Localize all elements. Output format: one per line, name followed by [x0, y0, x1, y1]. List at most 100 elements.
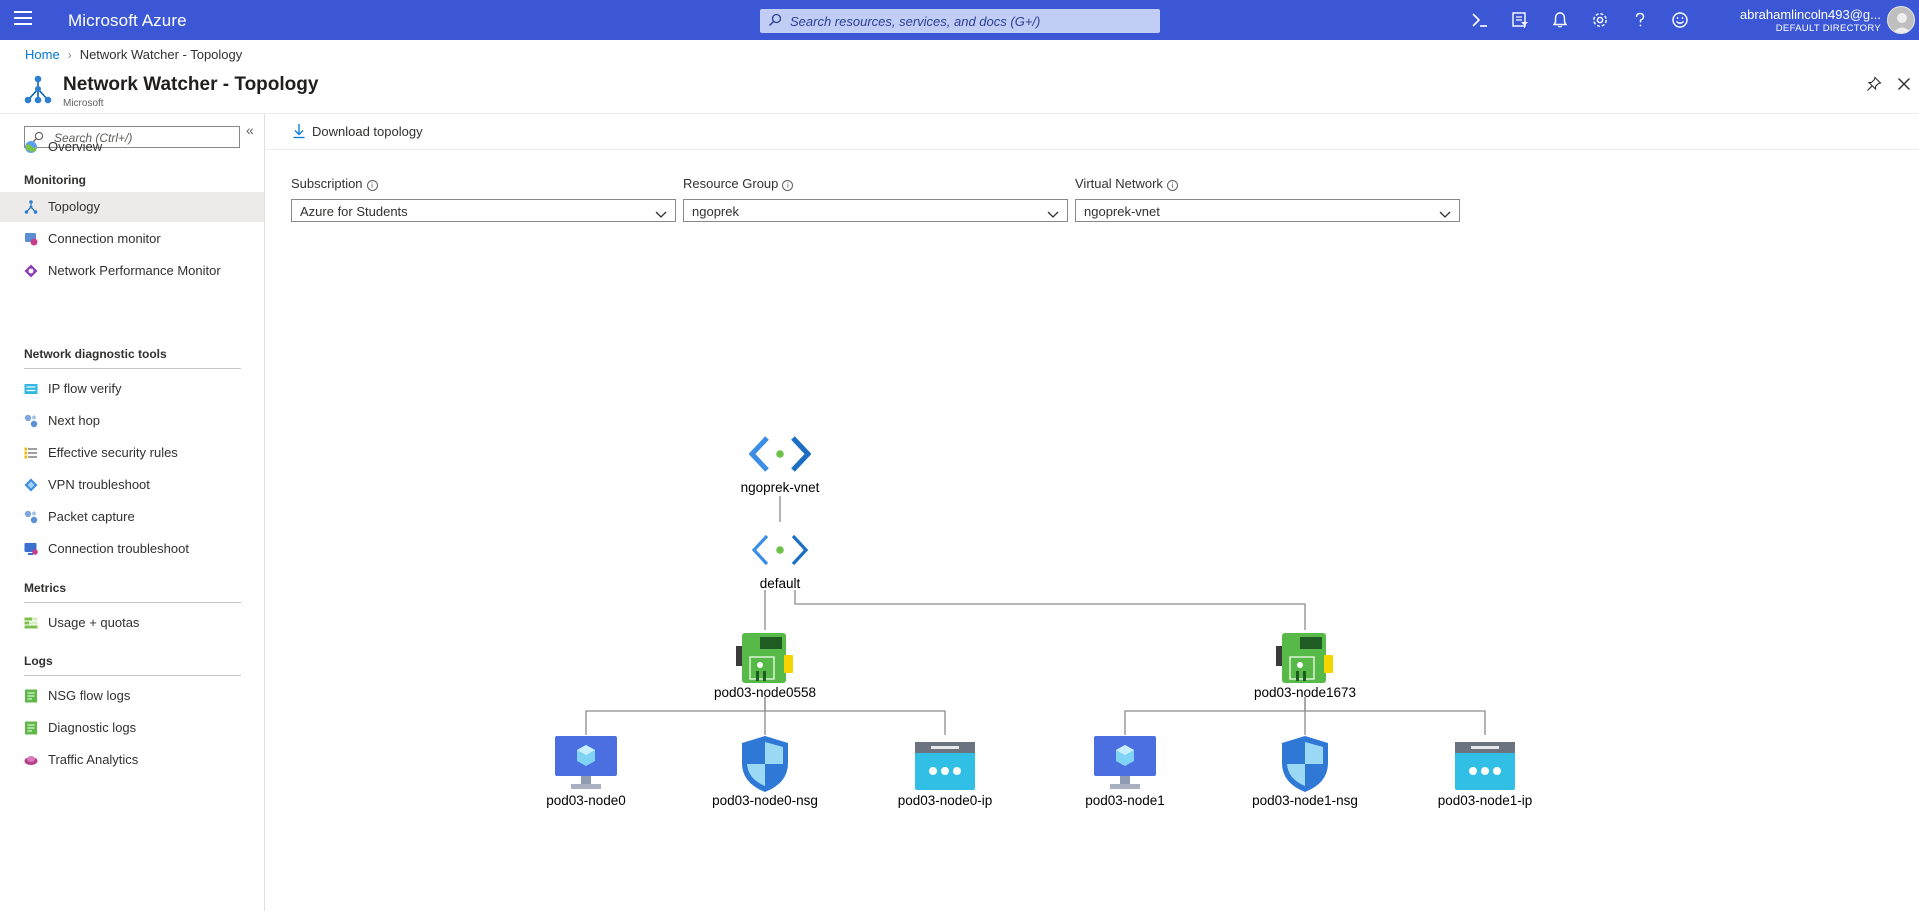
vm-node-0[interactable]	[555, 736, 617, 795]
subnet-icon	[749, 534, 811, 574]
vnet-label: ngoprek-vnet	[740, 480, 820, 495]
avatar[interactable]	[1887, 6, 1915, 34]
sidebar-item-traffic-analytics[interactable]: Traffic Analytics	[0, 745, 264, 775]
download-icon	[292, 123, 306, 144]
sidebar-item-label: Topology	[48, 199, 101, 214]
virtual-network-label: Virtual Network i	[1075, 176, 1460, 194]
resource-menu: Search (Ctrl+/) « Overview Monitoring To…	[0, 114, 265, 911]
vpn-troubleshoot-icon	[24, 478, 38, 492]
resource-group-value: ngoprek	[692, 204, 739, 219]
resource-group-dropdown[interactable]: ngoprek	[683, 199, 1068, 222]
info-icon[interactable]: i	[782, 180, 794, 191]
nsg-node-0[interactable]	[740, 735, 790, 798]
sidebar-item-connection-monitor[interactable]: Connection monitor	[0, 224, 264, 254]
public-ip-node-1[interactable]	[1455, 742, 1515, 795]
portal-brand[interactable]: Microsoft Azure	[68, 11, 187, 31]
sidebar-item-label: Connection troubleshoot	[48, 541, 189, 556]
public-ip-icon	[915, 742, 975, 794]
traffic-analytics-icon	[24, 753, 38, 767]
sidebar-item-diagnostic-logs[interactable]: Diagnostic logs	[0, 713, 264, 743]
chevron-down-icon	[1439, 206, 1451, 224]
effective-security-rules-icon	[24, 446, 38, 460]
subnet-node[interactable]	[749, 530, 811, 575]
vnet-node[interactable]	[748, 434, 812, 479]
page-subtitle: Microsoft	[63, 98, 104, 109]
search-icon	[768, 13, 782, 32]
section-heading-metrics: Metrics	[24, 581, 67, 595]
virtual-network-icon	[748, 436, 812, 478]
download-topology-label: Download topology	[312, 124, 423, 139]
nsg-node-1[interactable]	[1280, 735, 1330, 798]
breadcrumb-home-link[interactable]: Home	[25, 47, 60, 62]
virtual-network-label-text: Virtual Network	[1075, 176, 1163, 191]
virtual-network-value: ngoprek-vnet	[1084, 204, 1160, 219]
subscription-value: Azure for Students	[300, 204, 408, 219]
menu-icon[interactable]	[14, 11, 32, 27]
next-hop-icon	[24, 414, 38, 428]
feedback-icon[interactable]	[1670, 10, 1690, 30]
user-email: abrahamlincoln493@g...	[1739, 7, 1881, 22]
sidebar-item-label: Network Performance Monitor	[48, 263, 221, 278]
sidebar-item-topology[interactable]: Topology	[0, 192, 264, 222]
download-topology-button[interactable]: Download topology	[290, 122, 450, 142]
public-ip-node-0[interactable]	[915, 742, 975, 795]
global-search-input[interactable]: Search resources, services, and docs (G+…	[760, 9, 1160, 33]
vm-node-1[interactable]	[1094, 736, 1156, 795]
info-icon[interactable]: i	[1166, 180, 1178, 191]
subscription-dropdown[interactable]: Azure for Students	[291, 199, 676, 222]
pin-icon[interactable]	[1866, 76, 1882, 97]
sidebar-item-nsg-flow-logs[interactable]: NSG flow logs	[0, 681, 264, 711]
sidebar-item-vpn-troubleshoot[interactable]: VPN troubleshoot	[0, 470, 264, 500]
sidebar-item-next-hop[interactable]: Next hop	[0, 406, 264, 436]
vm-label-0: pod03-node0	[546, 793, 626, 808]
top-bar: Microsoft Azure Search resources, servic…	[0, 0, 1919, 40]
sidebar-item-usage-quotas[interactable]: Usage + quotas	[0, 608, 264, 638]
virtual-machine-icon	[555, 736, 617, 794]
connection-troubleshoot-icon	[24, 542, 38, 556]
network-security-group-icon	[1280, 736, 1330, 797]
nic-node-0[interactable]	[736, 631, 796, 690]
network-interface-icon	[736, 633, 796, 689]
section-heading-logs: Logs	[24, 654, 53, 668]
section-divider	[24, 368, 241, 369]
nsg-flow-logs-icon	[24, 689, 38, 703]
connector-nic0-vm	[585, 697, 766, 735]
sidebar-item-label: Diagnostic logs	[48, 720, 137, 735]
resource-group-label-text: Resource Group	[683, 176, 779, 191]
sidebar-item-network-performance-monitor[interactable]: Network Performance Monitor	[0, 256, 264, 286]
chevron-down-icon	[655, 206, 667, 224]
subscription-field: Subscription i Azure for Students	[291, 176, 676, 222]
public-ip-label-0: pod03-node0-ip	[897, 793, 993, 808]
account-menu[interactable]: abrahamlincoln493@g... DEFAULT DIRECTORY	[1740, 7, 1881, 35]
public-ip-icon	[1455, 742, 1515, 794]
info-icon[interactable]: i	[366, 180, 378, 191]
sidebar-item-label: Traffic Analytics	[48, 752, 139, 767]
sidebar-item-connection-troubleshoot[interactable]: Connection troubleshoot	[0, 534, 264, 564]
sidebar-item-label: Overview	[48, 139, 103, 154]
command-bar-divider	[266, 149, 1919, 150]
close-icon[interactable]	[1896, 76, 1912, 97]
page-title: Network Watcher - Topology	[63, 74, 319, 95]
cloud-shell-icon[interactable]	[1470, 10, 1490, 30]
subscription-label-text: Subscription	[291, 176, 363, 191]
notifications-icon[interactable]	[1550, 10, 1570, 30]
section-divider	[24, 675, 241, 676]
connector-nic0-ip	[765, 710, 946, 735]
virtual-machine-icon	[1094, 736, 1156, 794]
sidebar-item-label: Usage + quotas	[48, 615, 140, 630]
section-heading-monitoring: Monitoring	[24, 173, 86, 187]
directory-filter-icon[interactable]	[1510, 10, 1530, 30]
sidebar-item-overview[interactable]: Overview	[0, 132, 264, 162]
sidebar-item-packet-capture[interactable]: Packet capture	[0, 502, 264, 532]
sidebar-item-label: Connection monitor	[48, 231, 161, 246]
sidebar-item-label: Packet capture	[48, 509, 135, 524]
sidebar-item-effective-security-rules[interactable]: Effective security rules	[0, 438, 264, 468]
global-search-placeholder: Search resources, services, and docs (G+…	[790, 14, 1041, 29]
sidebar-item-ip-flow-verify[interactable]: IP flow verify	[0, 374, 264, 404]
settings-icon[interactable]	[1590, 10, 1610, 30]
virtual-network-dropdown[interactable]: ngoprek-vnet	[1075, 199, 1460, 222]
nic-node-1[interactable]	[1276, 631, 1336, 690]
topology-icon	[24, 200, 38, 214]
usage-quotas-icon	[24, 616, 38, 630]
help-icon[interactable]	[1630, 10, 1650, 30]
